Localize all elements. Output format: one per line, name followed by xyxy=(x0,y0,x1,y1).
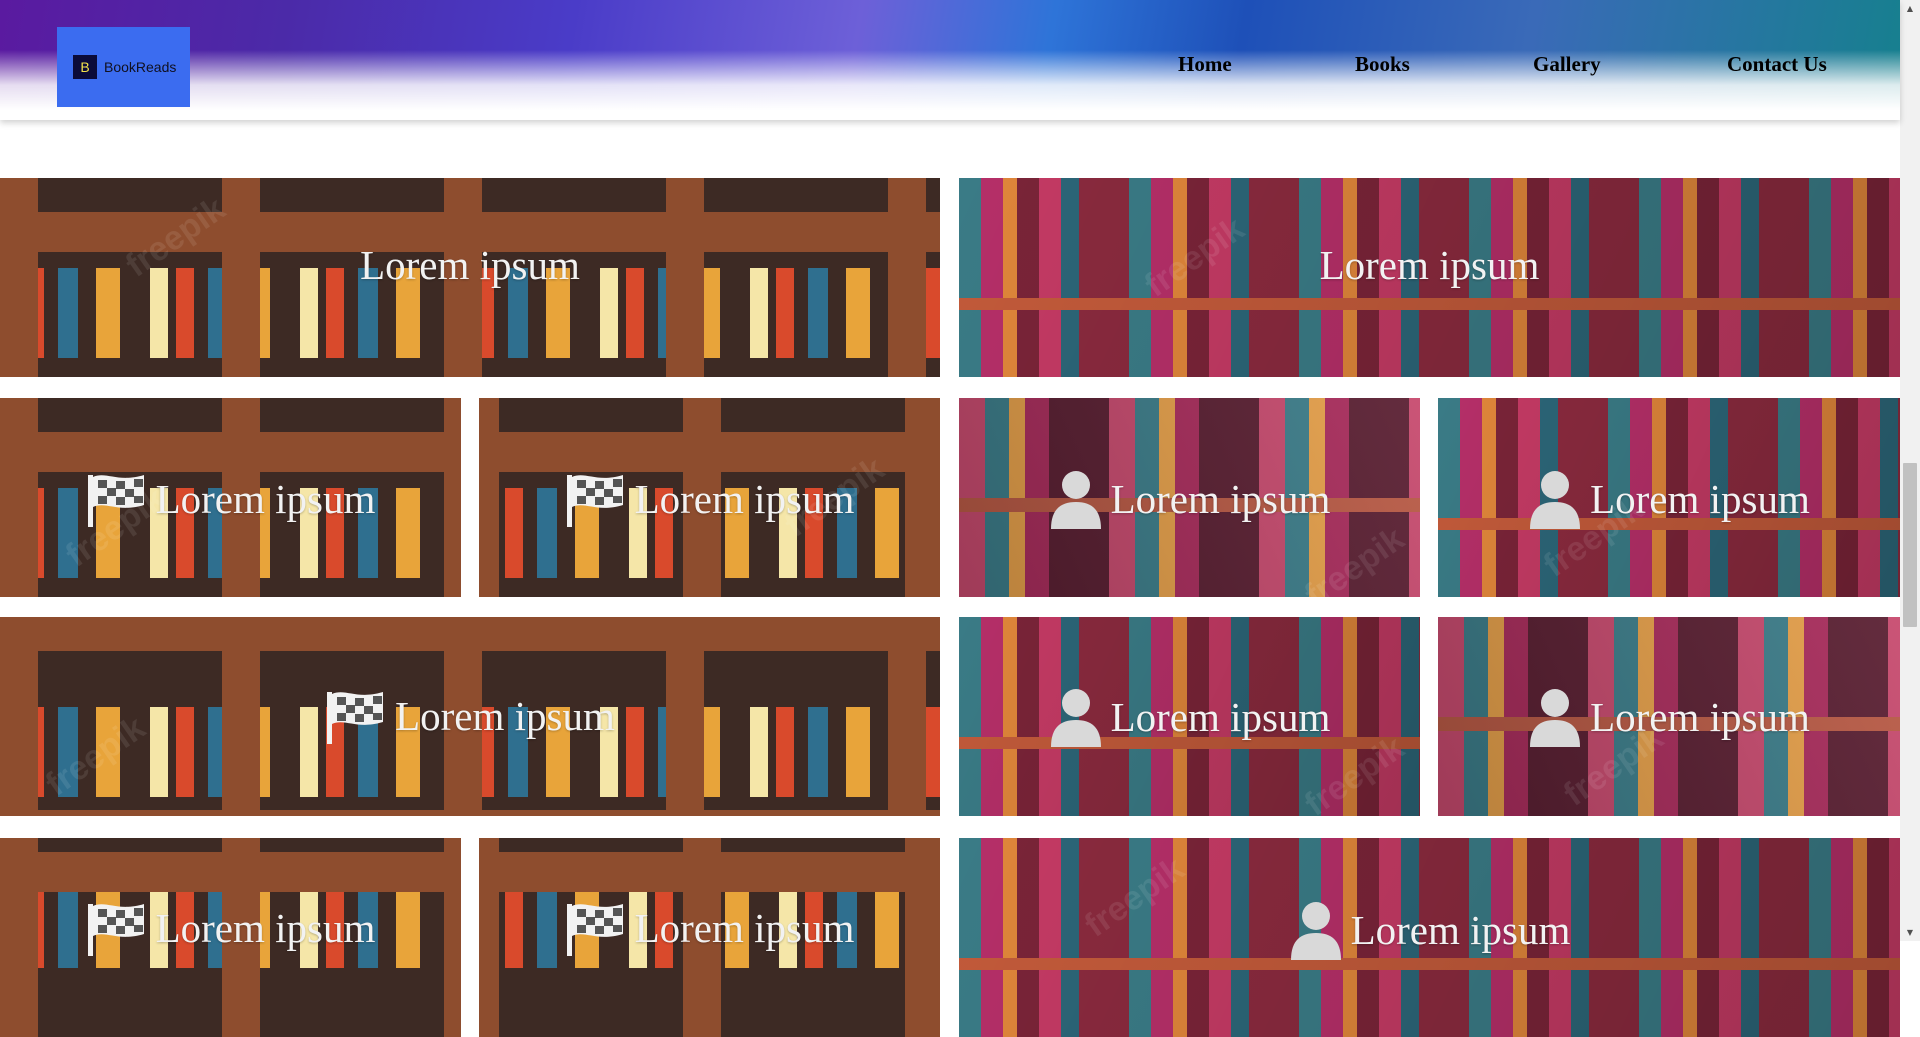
gallery-tile[interactable]: freepik Lorem ipsum xyxy=(0,178,940,377)
gallery-tile[interactable]: Lorem ipsum xyxy=(0,838,461,1037)
tile-caption: Lorem ipsum xyxy=(1319,241,1540,288)
checkered-flag-icon xyxy=(565,900,627,956)
nav-home-link[interactable]: Home xyxy=(1178,52,1232,77)
gallery-tile[interactable]: freepik Lorem ipsum xyxy=(0,398,461,597)
user-icon xyxy=(1528,469,1582,529)
page-scrollbar[interactable]: ▲ ▼ xyxy=(1900,0,1920,941)
checkered-flag-icon xyxy=(565,471,627,527)
watermark: freepik xyxy=(1297,519,1412,597)
scroll-up-arrow-icon[interactable]: ▲ xyxy=(1900,0,1920,17)
tile-caption: Lorem ipsum xyxy=(395,692,615,739)
user-icon xyxy=(1049,687,1103,747)
gallery-tile[interactable]: freepik Lorem ipsum xyxy=(479,398,940,597)
brand-name: BookReads xyxy=(104,59,177,75)
gallery-tile[interactable]: freepik Lorem ipsum xyxy=(959,617,1420,816)
gallery-tile[interactable]: freepik Lorem ipsum xyxy=(0,617,940,816)
watermark: freepik xyxy=(38,708,153,804)
gallery-tile[interactable]: freepik Lorem ipsum xyxy=(959,398,1420,597)
nav-books-link[interactable]: Books xyxy=(1355,52,1410,77)
scrollbar-thumb[interactable] xyxy=(1903,463,1917,627)
user-icon xyxy=(1289,900,1343,960)
brand-logo[interactable]: B BookReads xyxy=(57,27,190,107)
checkered-flag-icon xyxy=(86,471,148,527)
gallery-tile[interactable]: freepik Lorem ipsum xyxy=(959,838,1900,1037)
tile-caption: Lorem ipsum xyxy=(634,905,855,951)
watermark: freepik xyxy=(1077,849,1192,945)
nav-contact-link[interactable]: Contact Us xyxy=(1727,52,1827,77)
tile-caption: Lorem ipsum xyxy=(155,905,376,951)
scroll-down-arrow-icon[interactable]: ▼ xyxy=(1900,924,1920,941)
nav-gallery-link[interactable]: Gallery xyxy=(1533,52,1601,77)
watermark: freepik xyxy=(118,189,233,285)
watermark: freepik xyxy=(1137,209,1252,305)
tile-caption: Lorem ipsum xyxy=(1590,693,1810,740)
checkered-flag-icon xyxy=(325,688,387,744)
tile-caption: Lorem ipsum xyxy=(1350,907,1571,953)
tile-caption: Lorem ipsum xyxy=(1110,475,1331,522)
tile-caption: Lorem ipsum xyxy=(155,475,376,522)
gallery-tile[interactable]: freepik Lorem ipsum xyxy=(959,178,1900,377)
gallery-tile[interactable]: Lorem ipsum xyxy=(479,838,940,1037)
user-icon xyxy=(1049,469,1103,529)
tile-caption: Lorem ipsum xyxy=(634,475,855,522)
gallery-tile[interactable]: freepik Lorem ipsum xyxy=(1438,398,1900,597)
tile-caption: Lorem ipsum xyxy=(1110,693,1331,740)
site-header: B BookReads Home Books Gallery Contact U… xyxy=(0,0,1900,120)
tile-caption: Lorem ipsum xyxy=(360,241,580,288)
user-icon xyxy=(1528,687,1582,747)
checkered-flag-icon xyxy=(86,900,148,956)
gallery-tile[interactable]: freepik Lorem ipsum xyxy=(1438,617,1900,816)
tile-caption: Lorem ipsum xyxy=(1590,475,1810,522)
logo-mark: B xyxy=(73,55,97,79)
